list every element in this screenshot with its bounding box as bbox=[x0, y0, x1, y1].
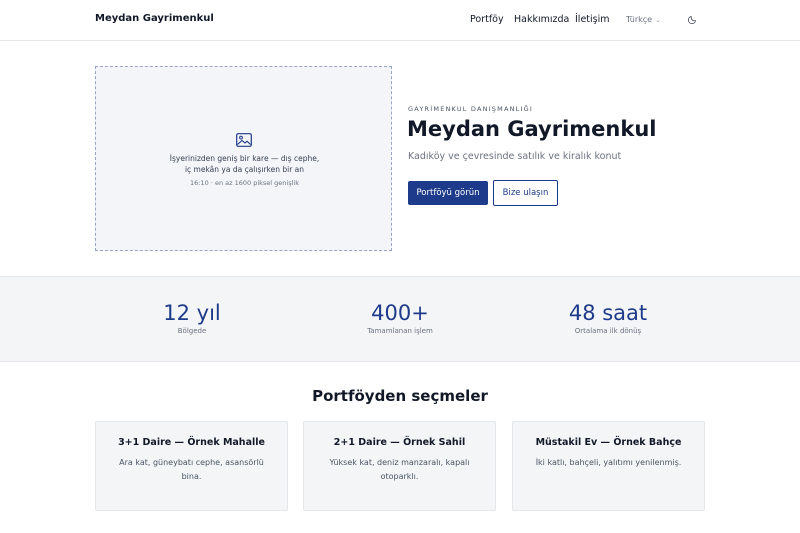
contact-us-button[interactable]: Bize ulaşın bbox=[493, 180, 558, 206]
card-title: Müstakil Ev — Örnek Bahçe bbox=[535, 437, 682, 448]
portfolio-card[interactable]: 2+1 Daire — Örnek Sahil Yüksek kat, deni… bbox=[303, 421, 496, 511]
nav-portfolio[interactable]: Portföy bbox=[470, 14, 504, 25]
view-portfolio-button[interactable]: Portföyü görün bbox=[408, 181, 488, 205]
hero-title: Meydan Gayrimenkul bbox=[407, 117, 657, 141]
stat-item: 400+ Tamamlanan işlem bbox=[320, 301, 480, 335]
placeholder-text: İşyerinizden geniş bir kare — dış cephe,… bbox=[169, 154, 320, 174]
moon-icon[interactable] bbox=[688, 14, 698, 24]
card-title: 3+1 Daire — Örnek Mahalle bbox=[118, 437, 265, 448]
card-description: İki katlı, bahçeli, yalıtımı yenilenmiş. bbox=[535, 458, 682, 467]
language-selector[interactable]: Türkçe ⌄ bbox=[626, 15, 661, 24]
card-description: Ara kat, güneybatı cephe, asansörlü bina… bbox=[119, 458, 264, 481]
card-description: Yüksek kat, deniz manzaralı, kapalı otop… bbox=[329, 458, 470, 481]
image-icon bbox=[236, 133, 252, 147]
language-label: Türkçe bbox=[626, 15, 653, 24]
brand-logo[interactable]: Meydan Gayrimenkul bbox=[95, 13, 214, 24]
stat-item: 48 saat Ortalama ilk dönüş bbox=[528, 301, 688, 335]
hero-subtitle: Kadıköy ve çevresinde satılık ve kiralık… bbox=[408, 151, 622, 162]
portfolio-card[interactable]: Müstakil Ev — Örnek Bahçe İki katlı, bah… bbox=[512, 421, 705, 511]
stat-label: Tamamlanan işlem bbox=[367, 327, 433, 335]
hero-eyebrow: GAYRİMENKUL DANIŞMANLIĞI bbox=[408, 105, 533, 113]
top-bar: Meydan Gayrimenkul Portföy Hakkımızda İl… bbox=[0, 0, 800, 41]
portfolio-card[interactable]: 3+1 Daire — Örnek Mahalle Ara kat, güney… bbox=[95, 421, 288, 511]
nav-contact[interactable]: İletişim bbox=[575, 14, 610, 25]
stat-item: 12 yıl Bölgede bbox=[112, 301, 272, 335]
stat-label: Bölgede bbox=[177, 327, 207, 335]
hero-image-placeholder: İşyerinizden geniş bir kare — dış cephe,… bbox=[95, 66, 392, 251]
card-title: 2+1 Daire — Örnek Sahil bbox=[333, 437, 466, 448]
stats-band: 12 yıl Bölgede 400+ Tamamlanan işlem 48 … bbox=[0, 276, 800, 362]
stat-value: 48 saat bbox=[568, 301, 648, 325]
placeholder-subtext: 16:10 · en az 1600 piksel genişlik bbox=[190, 179, 299, 187]
nav-about[interactable]: Hakkımızda bbox=[514, 14, 569, 25]
chevron-down-icon: ⌄ bbox=[655, 16, 661, 24]
stat-value: 12 yıl bbox=[163, 301, 221, 325]
stat-label: Ortalama ilk dönüş bbox=[574, 327, 642, 335]
portfolio-section-title: Portföyden seçmeler bbox=[312, 387, 488, 405]
stat-value: 400+ bbox=[371, 301, 429, 325]
